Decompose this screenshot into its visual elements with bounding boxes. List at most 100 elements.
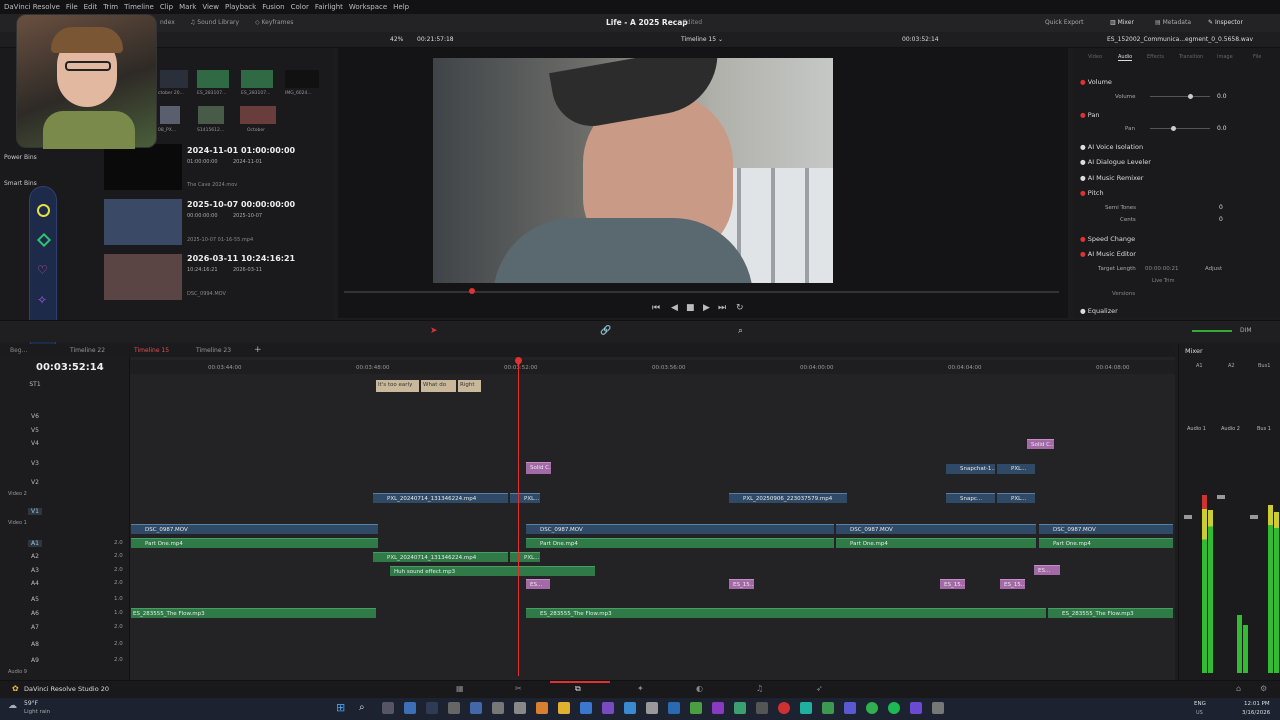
pan-knob[interactable]: [1171, 126, 1176, 131]
settings-icon[interactable]: ⚙: [1260, 684, 1267, 693]
video-clip[interactable]: Snapc...: [946, 493, 995, 503]
deliver-page-icon[interactable]: ➶: [816, 684, 823, 693]
tab-transition[interactable]: Transition: [1179, 54, 1203, 60]
audio-clip[interactable]: ES_283555_The Flow.mp3: [526, 608, 1046, 618]
ai-music-editor[interactable]: ● AI Music Editor: [1080, 250, 1270, 258]
audio-clip[interactable]: PXL...: [510, 552, 540, 562]
thumb[interactable]: [198, 106, 224, 124]
add-tab-icon[interactable]: +: [254, 345, 262, 355]
tab-index[interactable]: ndex: [160, 19, 175, 26]
app-icon[interactable]: [910, 702, 922, 714]
audio-clip[interactable]: Part One.mp4: [526, 538, 834, 548]
track-v3[interactable]: V3: [28, 460, 42, 467]
tab-audio[interactable]: Audio: [1118, 54, 1133, 61]
track-v6[interactable]: V6: [28, 413, 42, 420]
mixer-button[interactable]: ▥ Mixer: [1110, 19, 1134, 26]
semitones-value[interactable]: 0: [1219, 204, 1223, 211]
cut-page-icon[interactable]: ✂: [515, 684, 522, 693]
equalizer-section[interactable]: ● Equalizer: [1080, 307, 1270, 315]
track-st1[interactable]: ST1: [28, 381, 42, 388]
tab-image[interactable]: Image: [1217, 54, 1233, 60]
target-length-value[interactable]: 00:00:00:21: [1145, 266, 1179, 272]
video-clip[interactable]: PXL_20240714_131346224.mp4: [373, 493, 508, 503]
track-v2[interactable]: V2: [28, 479, 42, 486]
audio-clip[interactable]: ES_283555_The Flow.mp3: [1048, 608, 1173, 618]
app-icon[interactable]: [844, 702, 856, 714]
menu-playback[interactable]: Playback: [225, 3, 256, 11]
audio-clip[interactable]: ES...: [526, 579, 550, 589]
thumb[interactable]: [197, 70, 229, 88]
track-a1[interactable]: A1: [28, 540, 42, 547]
audio-clip[interactable]: Huh sound effect.mp3: [390, 566, 595, 576]
app-icon[interactable]: [690, 702, 702, 714]
diamond-icon[interactable]: [36, 232, 52, 248]
fader-bus1[interactable]: [1250, 515, 1258, 519]
adjust-button[interactable]: Adjust: [1205, 266, 1222, 272]
app-icon[interactable]: [668, 702, 680, 714]
app-icon[interactable]: [624, 702, 636, 714]
scrubber-bar[interactable]: [344, 291, 1059, 293]
audio-clip[interactable]: PXL_20240714_131346224.mp4: [373, 552, 508, 562]
tab-timeline-beg[interactable]: Beg...: [10, 347, 27, 354]
ai-voice-isolation[interactable]: ● AI Voice Isolation: [1080, 143, 1270, 151]
video-clip[interactable]: PXL...: [997, 493, 1035, 503]
edit-page-icon[interactable]: ⧉: [575, 684, 581, 694]
skip-end-icon[interactable]: ⏭: [718, 303, 726, 313]
tab-video[interactable]: Video: [1088, 54, 1102, 60]
app-icon[interactable]: [778, 702, 790, 714]
app-icon[interactable]: [602, 702, 614, 714]
track-a8[interactable]: A8: [28, 641, 42, 648]
play-reverse-icon[interactable]: ◀: [671, 303, 678, 313]
menu-workspace[interactable]: Workspace: [349, 3, 387, 11]
speed-change[interactable]: ● Speed Change: [1080, 235, 1270, 243]
sparkle-icon[interactable]: ✧: [37, 293, 47, 307]
fader-a1[interactable]: [1184, 515, 1192, 519]
volume-value[interactable]: 0.0: [1217, 93, 1227, 100]
media-thumb[interactable]: [104, 144, 182, 190]
power-bins-label[interactable]: Power Bins: [4, 154, 37, 161]
volume-section[interactable]: ● Volume: [1080, 78, 1270, 86]
menu-help[interactable]: Help: [393, 3, 409, 11]
menu-clip[interactable]: Clip: [160, 3, 173, 11]
app-icon[interactable]: [492, 702, 504, 714]
skip-start-icon[interactable]: ⏮: [652, 303, 660, 313]
menu-fusion[interactable]: Fusion: [262, 3, 284, 11]
smart-bins-label[interactable]: Smart Bins: [4, 180, 37, 187]
app-icon[interactable]: [646, 702, 658, 714]
pan-value[interactable]: 0.0: [1217, 125, 1227, 132]
zoom-level[interactable]: 42%: [390, 36, 403, 43]
track-a5[interactable]: A5: [28, 596, 42, 603]
color-page-icon[interactable]: ◐: [696, 684, 703, 693]
spotify-icon[interactable]: [888, 702, 900, 714]
subtitle-clip[interactable]: Right: [458, 380, 481, 392]
subtitle-clip[interactable]: What do: [421, 380, 456, 392]
thumb[interactable]: [241, 70, 273, 88]
play-icon[interactable]: ▶: [703, 303, 710, 313]
loop-icon[interactable]: ↻: [736, 303, 744, 313]
menu-file[interactable]: File: [66, 3, 78, 11]
tab-timeline-15[interactable]: Timeline 15: [134, 347, 169, 354]
pan-slider[interactable]: [1150, 128, 1210, 129]
volume-knob[interactable]: [1188, 94, 1193, 99]
track-v1[interactable]: V1: [28, 508, 42, 515]
track-a2[interactable]: A2: [28, 553, 42, 560]
inspector-button[interactable]: ✎ Inspector: [1208, 19, 1243, 26]
tab-keyframes[interactable]: ◇ Keyframes: [255, 19, 293, 26]
quick-export-button[interactable]: Quick Export: [1045, 19, 1084, 26]
app-icon[interactable]: [800, 702, 812, 714]
circle-icon[interactable]: [37, 204, 50, 217]
thumb[interactable]: [160, 70, 188, 88]
menu-app[interactable]: DaVinci Resolve: [4, 3, 60, 11]
ai-music-remixer[interactable]: ● AI Music Remixer: [1080, 174, 1270, 182]
track-a4[interactable]: A4: [28, 580, 42, 587]
video-clip[interactable]: PXL_20250906_223037579.mp4: [729, 493, 847, 503]
menu-view[interactable]: View: [202, 3, 219, 11]
video-clip[interactable]: DSC_0987.MOV: [1039, 524, 1173, 534]
app-icon[interactable]: [580, 702, 592, 714]
track-v5[interactable]: V5: [28, 427, 42, 434]
track-a6[interactable]: A6: [28, 610, 42, 617]
chrome-icon[interactable]: [822, 702, 834, 714]
heart-icon[interactable]: ♡: [37, 263, 48, 277]
audio-clip[interactable]: ES...: [1034, 565, 1060, 575]
stop-icon[interactable]: ■: [686, 303, 695, 313]
